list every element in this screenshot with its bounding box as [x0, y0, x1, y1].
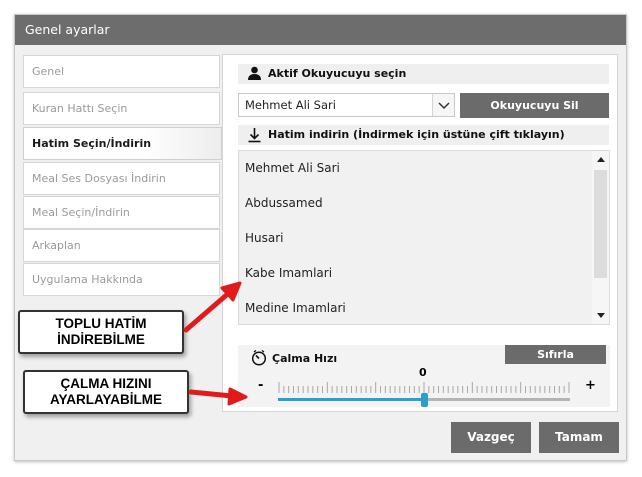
arrow-icon	[183, 281, 242, 333]
arrow-icon	[188, 387, 248, 406]
screenshot-canvas: { "window": { "title": "Genel ayarlar" }…	[0, 0, 642, 477]
annotation-arrows	[183, 281, 248, 406]
